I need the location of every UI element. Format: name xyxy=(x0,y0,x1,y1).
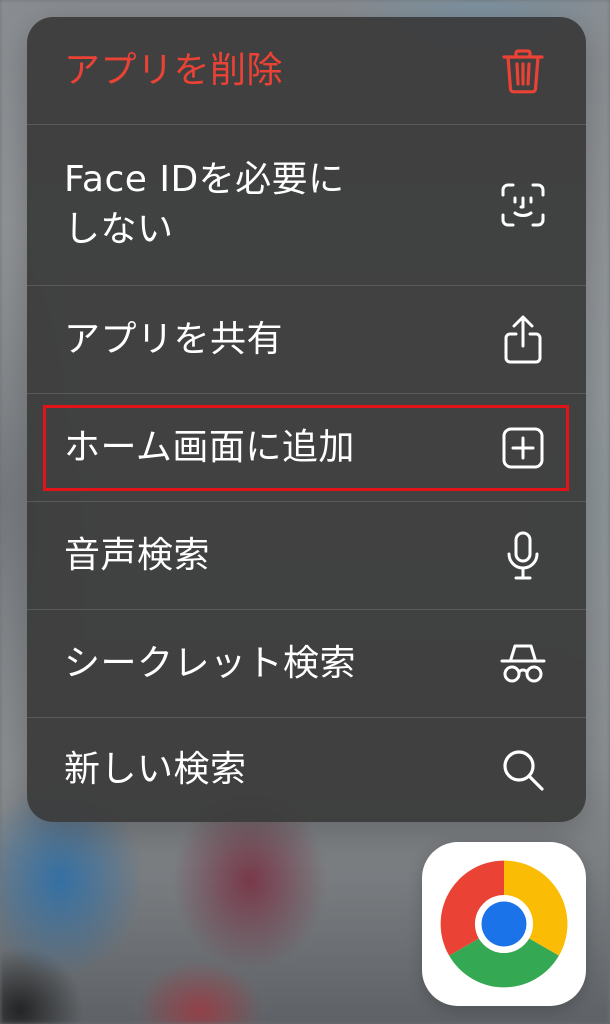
chrome-app-icon[interactable] xyxy=(422,842,586,1006)
menu-item-voice-search[interactable]: 音声検索 xyxy=(27,502,586,609)
chrome-logo-icon xyxy=(440,860,568,988)
menu-item-incognito-search[interactable]: シークレット検索 xyxy=(27,610,586,717)
menu-item-label: Face IDを必要に しない xyxy=(64,159,345,250)
menu-item-delete-app[interactable]: アプリを削除 xyxy=(27,17,586,124)
search-icon xyxy=(498,745,548,795)
incognito-icon xyxy=(498,639,548,689)
menu-item-label: 音声検索 xyxy=(64,534,211,576)
trash-icon xyxy=(498,46,548,96)
face-id-icon xyxy=(498,180,548,230)
share-icon xyxy=(498,315,548,365)
menu-item-label: アプリを共有 xyxy=(64,318,284,360)
menu-item-face-id[interactable]: Face IDを必要に しない xyxy=(27,125,586,285)
menu-item-label: シークレット検索 xyxy=(64,642,357,684)
menu-item-label: 新しい検索 xyxy=(64,749,247,790)
home-screen: アプリを削除 Face IDを必要に しない アプリを共有 ホーム画面に追加 音… xyxy=(0,0,610,1024)
menu-item-new-search[interactable]: 新しい検索 xyxy=(27,718,586,822)
menu-item-share-app[interactable]: アプリを共有 xyxy=(27,286,586,393)
highlight-box xyxy=(43,405,569,491)
microphone-icon xyxy=(498,531,548,581)
menu-item-label: アプリを削除 xyxy=(64,49,284,91)
